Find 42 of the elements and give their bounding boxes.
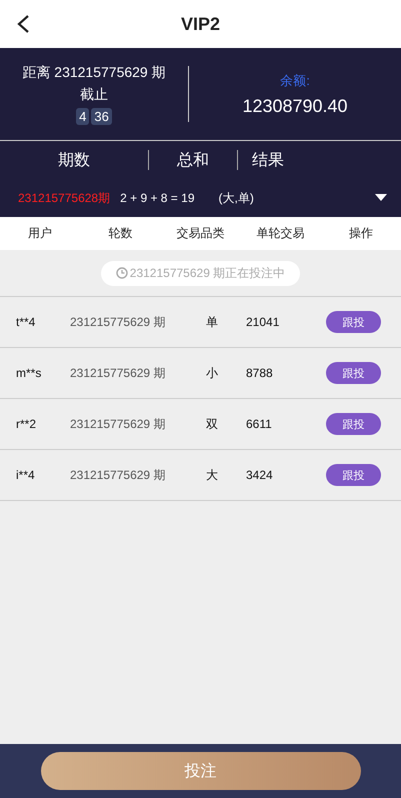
- countdown-label: 距离 231215775629 期: [22, 64, 166, 82]
- column-heading: 交易品类: [176, 225, 226, 242]
- balance-label: 余额:: [280, 72, 310, 90]
- countdown-digit: 36: [91, 108, 112, 124]
- column-heading: 轮数: [107, 225, 134, 242]
- amount-cell-text: 3424: [246, 468, 274, 482]
- category-cell-text: 大: [206, 466, 219, 484]
- column-heading: 操作: [348, 225, 374, 242]
- category-cell-text: 小: [206, 364, 219, 382]
- column-heading: 总和: [176, 150, 210, 170]
- follow-button[interactable]: 跟投: [326, 311, 381, 333]
- follow-button[interactable]: 跟投: [326, 413, 381, 435]
- clock-icon: [116, 267, 128, 279]
- countdown-digit: 4: [76, 108, 90, 124]
- page-title: VIP2: [180, 14, 220, 34]
- dropdown-caret-icon[interactable]: [375, 194, 387, 202]
- column-heading: 用户: [27, 225, 54, 242]
- user-cell-text: r**2: [16, 417, 38, 431]
- column-heading: 期数: [57, 150, 91, 170]
- amount-cell-text: 21041: [246, 315, 280, 329]
- user-cell-text: i**4: [16, 468, 36, 482]
- follow-button[interactable]: 跟投: [326, 464, 381, 486]
- round-cell-text: 231215775629 期: [70, 466, 166, 484]
- round-cell-text: 231215775629 期: [70, 364, 166, 382]
- countdown-label: 截止: [80, 86, 108, 104]
- result-text: (大,单): [218, 190, 254, 206]
- user-cell-text: m**s: [16, 366, 42, 380]
- category-cell-text: 单: [206, 314, 219, 330]
- round-cell-text: 231215775629 期: [70, 416, 166, 432]
- status-text: 231215775629 期正在投注中: [130, 264, 286, 282]
- category-cell-text: 双: [206, 416, 219, 432]
- amount-cell-text: 6611: [246, 417, 273, 431]
- column-heading: 结果: [251, 150, 285, 170]
- follow-button[interactable]: 跟投: [326, 362, 381, 384]
- period-number: 231215775628期: [18, 190, 110, 206]
- balance-amount: 12308790.40: [242, 96, 348, 116]
- sum-formula: 2 + 9 + 8 = 19: [120, 191, 194, 205]
- column-heading: 单轮交易: [256, 225, 306, 242]
- back-icon[interactable]: [16, 14, 30, 34]
- user-cell-text: t**4: [16, 315, 36, 329]
- amount-cell-text: 8788: [246, 366, 274, 380]
- round-cell-text: 231215775629 期: [70, 314, 166, 330]
